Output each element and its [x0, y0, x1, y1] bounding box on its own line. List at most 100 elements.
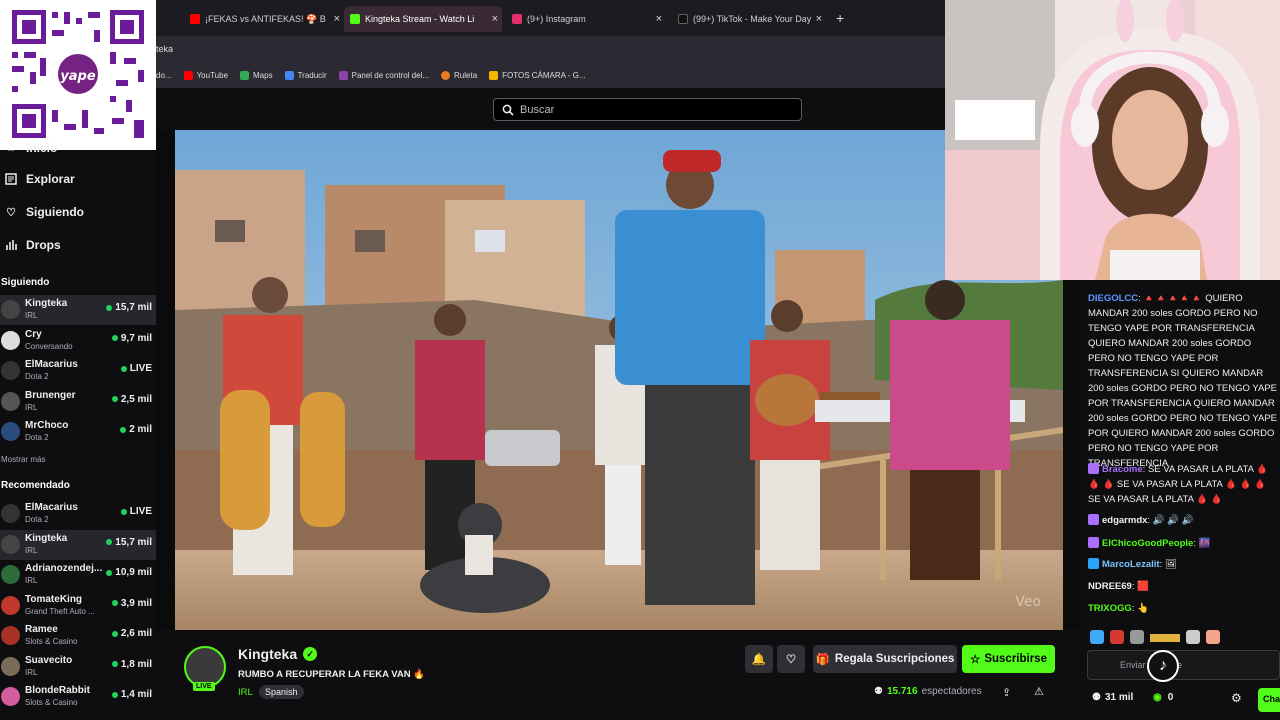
sidebar-channel-item[interactable]: Kingteka IRL 15,7 mil: [0, 529, 156, 560]
live-dot-icon: [111, 396, 118, 402]
nav-label: Explorar: [26, 172, 75, 186]
bookmark-item[interactable]: Ruleta: [441, 70, 477, 80]
chat-username[interactable]: NDREE69: [1088, 581, 1132, 592]
viewer-count: 15,7 mil: [115, 302, 152, 313]
emote-icon[interactable]: [1150, 634, 1180, 642]
sidebar-channel-item[interactable]: Cry Conversando 9,7 mil: [0, 326, 156, 356]
live-dot-icon: [106, 569, 113, 576]
sidebar-channel-item[interactable]: MrChoco Dota 2 2 mil: [0, 417, 156, 447]
chat-input[interactable]: Enviar mensaje: [1087, 650, 1280, 680]
bookmark-item[interactable]: YouTube: [183, 70, 228, 80]
browser-tab-tiktok[interactable]: (99+) TikTok - Make Your Day ×: [672, 6, 826, 32]
star-icon: ☆: [970, 654, 981, 666]
sidebar-channel-item[interactable]: Kingteka IRL 15,7 mil: [0, 295, 156, 325]
channel-viewers: 3,9 mil: [111, 597, 152, 609]
live-dot-icon: [111, 630, 118, 637]
viewer-count: 3,9 mil: [120, 597, 152, 609]
video-player[interactable]: Veo: [175, 130, 1063, 630]
viewer-count: LIVE: [129, 363, 152, 374]
emote-icon[interactable]: [1206, 630, 1220, 644]
heart-icon: ♡: [785, 654, 797, 666]
search-input[interactable]: Buscar: [493, 98, 802, 121]
settings-icon[interactable]: ⚙: [1231, 691, 1242, 705]
channel-category: Dota 2: [25, 433, 49, 442]
maps-icon: [240, 70, 250, 80]
chat-username[interactable]: Bracome: [1102, 464, 1143, 475]
browser-tab-instagram[interactable]: (9+) Instagram ×: [506, 6, 666, 32]
chat-username[interactable]: MarcoLezalit: [1102, 559, 1160, 570]
channel-viewers: 2,6 mil: [111, 628, 152, 639]
bookmark-item[interactable]: do...: [156, 71, 172, 80]
chat-username[interactable]: DIEGOLCC: [1088, 293, 1138, 304]
close-icon[interactable]: ×: [334, 13, 340, 25]
sidebar-channel-item[interactable]: Suavecito IRL 1,8 mil: [0, 652, 156, 682]
sidebar-channel-item[interactable]: TomateKing Grand Theft Auto ... 3,9 mil: [0, 591, 156, 621]
chat-message: NDREE69: 🟥: [1088, 581, 1149, 592]
emote-icon[interactable]: [1090, 630, 1104, 644]
new-tab-button[interactable]: +: [836, 10, 844, 26]
notification-bell-button[interactable]: 🔔: [745, 645, 773, 673]
yape-qr-code: yape: [0, 0, 156, 150]
chat-text: 🔺🔺🔺🔺🔺 QUIERO MANDAR 200 soles GORDO PERO…: [1088, 293, 1278, 469]
sidebar-channel-item[interactable]: Adrianozendej... IRL 10,9 mil: [0, 560, 156, 590]
channel-viewers: 9,7 mil: [111, 333, 152, 344]
emote-icon[interactable]: [1186, 630, 1200, 644]
close-icon[interactable]: ×: [656, 13, 662, 25]
report-warning-icon[interactable]: ⚠: [1034, 685, 1044, 698]
emote-icon[interactable]: [1130, 630, 1144, 644]
address-bar[interactable]: teka: [156, 36, 945, 62]
nav-siguiendo[interactable]: ♡ Siguiendo: [4, 205, 84, 219]
qr-code-icon: yape: [0, 0, 156, 150]
channel-category: IRL: [25, 402, 38, 412]
bookmark-item[interactable]: Traducir: [284, 70, 327, 80]
close-icon[interactable]: ×: [816, 13, 822, 25]
subscribe-button[interactable]: ☆ Suscribirse: [962, 645, 1055, 673]
stream-title: RUMBO A RECUPERAR LA FEKA VAN 🔥: [238, 669, 426, 680]
sidebar-channel-item[interactable]: BlondeRabbit Slots & Casino 1,4 mil: [0, 682, 156, 712]
send-chat-button[interactable]: Chat: [1258, 688, 1280, 712]
chat-message: MarcoLezalit: 🖼: [1088, 557, 1280, 572]
channel-avatar: [1, 391, 20, 411]
share-icon[interactable]: ⇪: [1002, 686, 1011, 699]
bookmark-item[interactable]: Panel de control del...: [338, 70, 429, 80]
nav-explorar[interactable]: Explorar: [4, 172, 75, 186]
channel-name: Adrianozendej...: [25, 563, 103, 574]
chat-username[interactable]: TRIXOGG: [1088, 603, 1132, 614]
language-tag[interactable]: Spanish: [259, 685, 304, 699]
instagram-icon: [512, 14, 522, 24]
live-dot-icon: [106, 539, 113, 545]
channel-category: IRL: [25, 576, 38, 585]
tab-label: (99+) TikTok - Make Your Day: [693, 14, 812, 24]
nav-inicio[interactable]: ⌂ Inicio: [4, 141, 58, 155]
show-more-link[interactable]: Mostrar más: [1, 455, 45, 464]
browser-tab-kick[interactable]: Kingteka Stream - Watch Li ×: [344, 6, 502, 32]
sidebar-channel-item[interactable]: ElMacarius Dota 2 LIVE: [0, 499, 156, 529]
stream-category[interactable]: IRL: [238, 687, 253, 698]
browser-tab-youtube[interactable]: ¡FEKAS vs ANTIFEKAS! 🍄 B ×: [184, 6, 344, 32]
channel-points[interactable]: ◉ 0: [1153, 692, 1173, 703]
chat-username[interactable]: edgarmdx: [1102, 515, 1147, 526]
close-icon[interactable]: ×: [492, 13, 498, 25]
channel-viewers: LIVE: [120, 506, 152, 517]
chat-message: ElChicoGoodPeople: 🌆: [1088, 536, 1280, 551]
webcam-frame: [945, 0, 1280, 280]
follow-heart-button[interactable]: ♡: [777, 645, 805, 673]
sidebar-channel-item[interactable]: Ramee Slots & Casino 2,6 mil: [0, 621, 156, 651]
nav-drops[interactable]: Drops: [4, 238, 61, 252]
gift-icon: 🎁: [815, 654, 830, 666]
chat-message: TRIXOGG: 👆: [1088, 603, 1149, 614]
sidebar-channel-item[interactable]: Brunenger IRL 2,5 mil: [0, 387, 156, 417]
live-dot-icon: [111, 335, 118, 341]
gift-subscriptions-button[interactable]: 🎁 Regala Suscripciones: [813, 645, 957, 673]
subscribe-label: Suscribirse: [984, 653, 1047, 665]
chat-username[interactable]: ElChicoGoodPeople: [1102, 538, 1193, 549]
emote-icon[interactable]: [1110, 630, 1124, 644]
bookmark-item[interactable]: FOTOS CÁMARA - G...: [489, 70, 586, 80]
sidebar-channel-item[interactable]: ElMacarius Dota 2 LIVE: [0, 356, 156, 386]
viewer-count: 2 mil: [129, 424, 152, 435]
channel-category: Slots & Casino: [25, 698, 78, 707]
bookmark-item[interactable]: Maps: [240, 70, 273, 80]
search-placeholder: Buscar: [520, 103, 555, 116]
channel-name[interactable]: Kingteka: [238, 646, 297, 662]
points-icon: ◉: [1153, 692, 1162, 703]
